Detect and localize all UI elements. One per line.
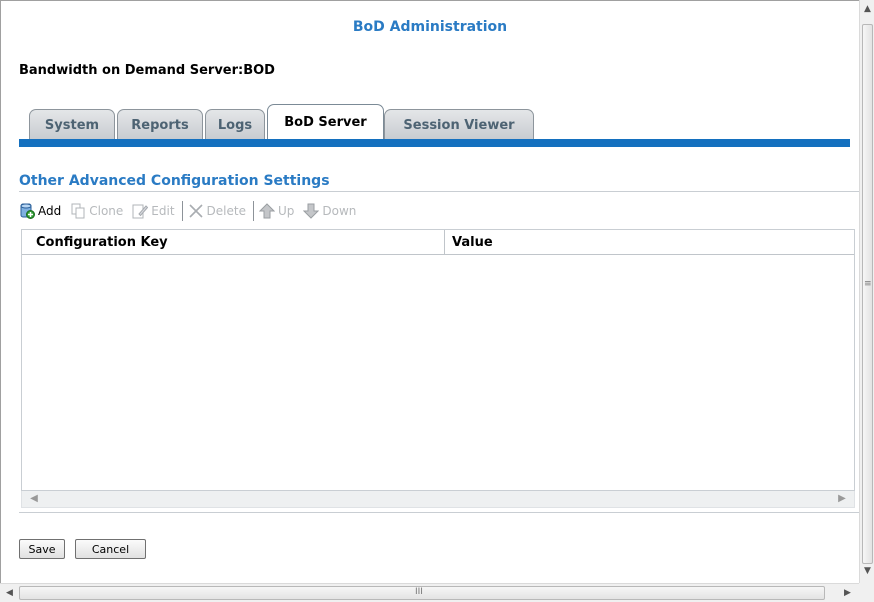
window-vertical-scrollbar[interactable]: ▲ ≡ ▼ (859, 0, 874, 583)
scrollbar-corner (859, 583, 874, 602)
cancel-button[interactable]: Cancel (75, 539, 146, 559)
page-title: BoD Administration (352, 19, 508, 35)
up-label: Up (277, 204, 295, 218)
horizontal-grip-icon: III (415, 587, 423, 597)
up-button[interactable]: Up (258, 203, 295, 219)
tab-underline (19, 139, 850, 147)
edit-label: Edit (151, 204, 175, 218)
tab-bod-server[interactable]: BoD Server (267, 104, 384, 140)
clone-icon (70, 203, 86, 219)
tab-system[interactable]: System (29, 109, 115, 140)
delete-icon (188, 203, 204, 219)
edit-button[interactable]: Edit (132, 203, 175, 219)
tab-session-viewer[interactable]: Session Viewer (384, 109, 534, 140)
add-icon (19, 203, 35, 219)
toolbar: Add Clone Edit Delete Up Down (19, 199, 365, 223)
tab-reports[interactable]: Reports (117, 109, 203, 140)
add-button[interactable]: Add (19, 203, 61, 219)
save-button[interactable]: Save (19, 539, 65, 559)
column-header-configuration-key[interactable]: Configuration Key (22, 230, 445, 255)
add-label: Add (38, 204, 62, 218)
section-title: Other Advanced Configuration Settings (19, 173, 330, 189)
scroll-right-icon[interactable]: ▶ (834, 491, 850, 507)
delete-label: Delete (206, 204, 246, 218)
clone-button[interactable]: Clone (70, 203, 123, 219)
window-frame-left (0, 0, 1, 602)
arrow-up-icon (258, 203, 276, 219)
scroll-down-icon[interactable]: ▼ (860, 566, 874, 576)
column-header-value[interactable]: Value (445, 230, 854, 255)
vertical-scroll-thumb[interactable] (862, 24, 873, 564)
server-label: Bandwidth on Demand Server:BOD (19, 63, 275, 78)
toolbar-separator (252, 201, 254, 221)
scroll-up-icon[interactable]: ▲ (860, 4, 874, 14)
clone-label: Clone (89, 204, 124, 218)
window-scroll-left-icon[interactable]: ◀ (2, 588, 17, 598)
toolbar-separator (181, 201, 183, 221)
tab-logs[interactable]: Logs (205, 109, 265, 140)
window-horizontal-scrollbar[interactable]: ◀ III ▶ (0, 583, 859, 602)
down-button[interactable]: Down (303, 203, 356, 219)
arrow-down-icon (303, 203, 320, 219)
scroll-left-icon[interactable]: ◀ (26, 491, 42, 507)
config-table: Configuration Key Value (21, 229, 855, 491)
edit-icon (132, 203, 149, 219)
delete-button[interactable]: Delete (188, 203, 246, 219)
window-scroll-right-icon[interactable]: ▶ (840, 588, 855, 598)
vertical-grip-icon: ≡ (864, 279, 872, 289)
table-horizontal-scrollbar[interactable]: ◀ ▶ (21, 491, 855, 508)
table-header: Configuration Key Value (22, 230, 854, 255)
window-frame-top (0, 0, 874, 1)
down-label: Down (322, 204, 357, 218)
